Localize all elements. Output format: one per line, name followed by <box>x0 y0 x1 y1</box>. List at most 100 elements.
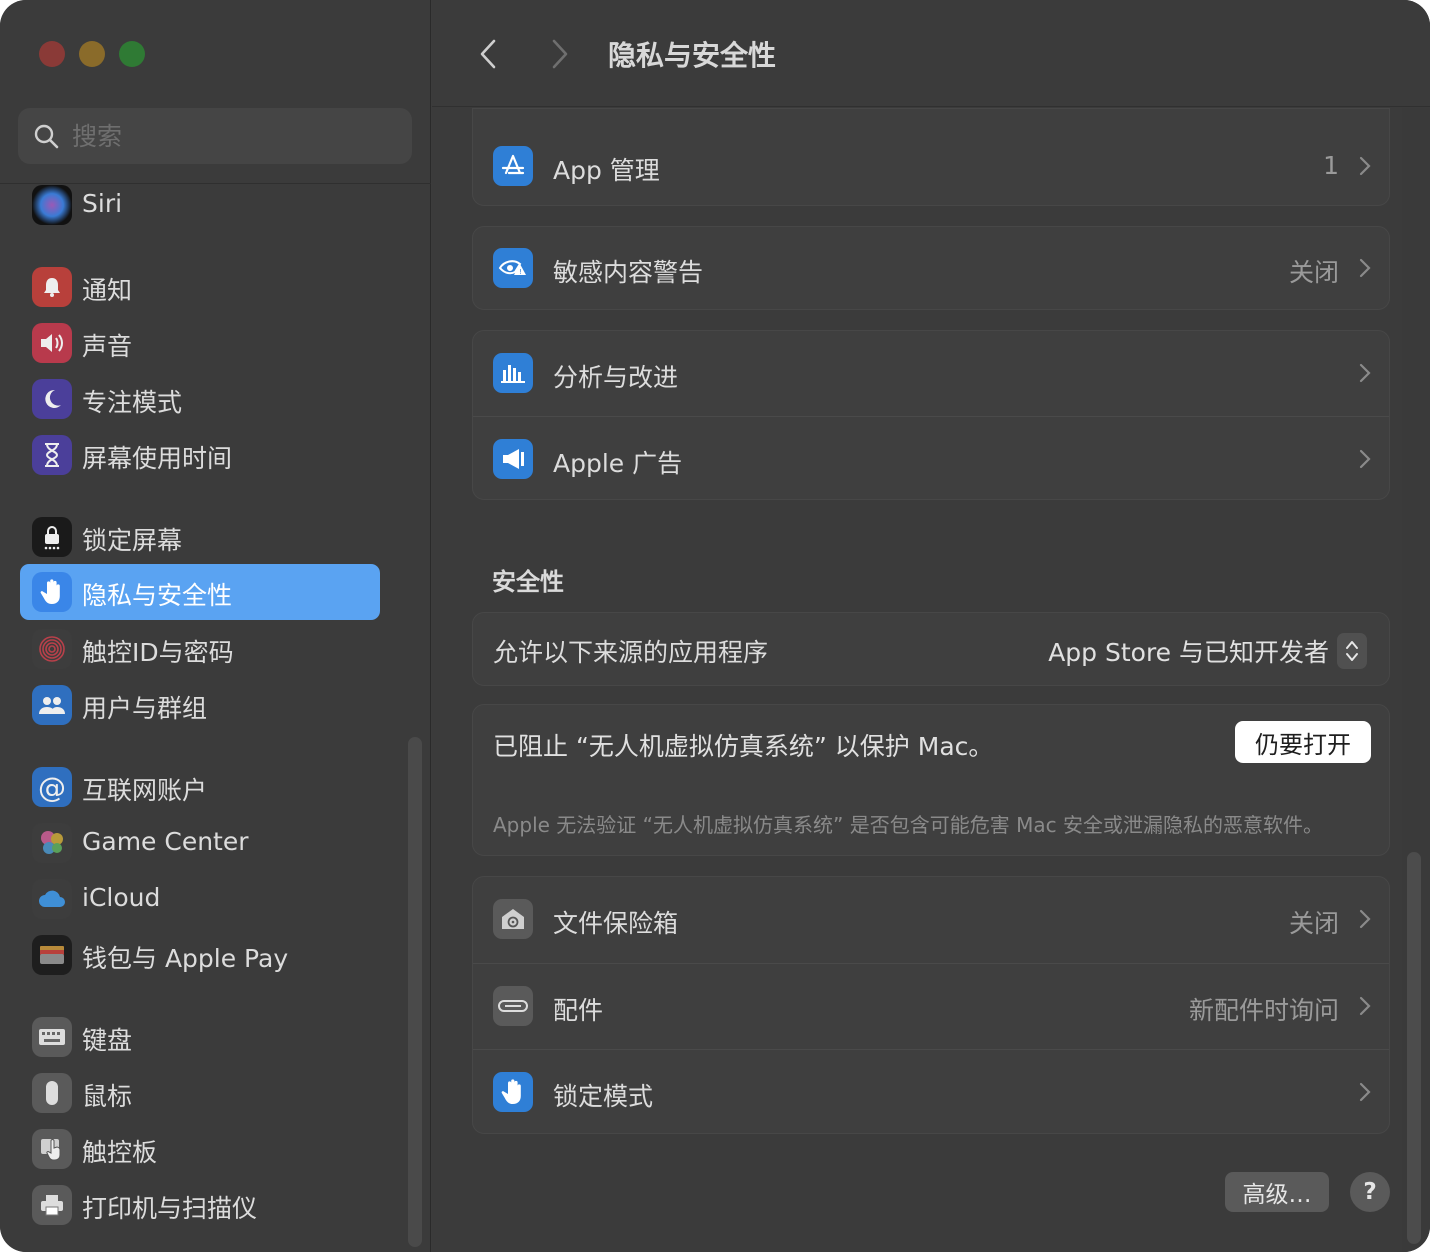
sidebar-item-keyboard[interactable]: 键盘 <box>20 1009 380 1065</box>
allow-apps-card: 允许以下来源的应用程序 App Store 与已知开发者 <box>472 612 1390 686</box>
svg-text:!: ! <box>519 268 522 276</box>
row-lockdown-mode[interactable]: 锁定模式 <box>473 1049 1389 1133</box>
blocked-app-description: Apple 无法验证 “无人机虚拟仿真系统” 是否包含可能危害 Mac 安全或泄… <box>493 813 1323 837</box>
sidebar-item-label: 屏幕使用时间 <box>82 444 233 473</box>
row-analytics[interactable]: 分析与改进 <box>473 331 1389 417</box>
sidebar-item-sound[interactable]: 声音 <box>20 315 380 371</box>
row-value: 新配件时询问 <box>1188 996 1339 1025</box>
row-accessories[interactable]: 配件 新配件时询问 <box>473 963 1389 1049</box>
sidebar-item-privacy-security[interactable]: 隐私与安全性 <box>20 564 380 620</box>
minimize-window-button[interactable] <box>79 41 105 67</box>
fingerprint-icon <box>32 629 72 669</box>
sidebar-item-label: Game Center <box>82 827 249 856</box>
sidebar-item-label: Siri <box>82 189 123 218</box>
advanced-button[interactable]: 高级… <box>1225 1172 1329 1212</box>
close-window-button[interactable] <box>39 41 65 67</box>
sidebar-item-wallet[interactable]: 钱包与 Apple Pay <box>20 927 380 983</box>
back-button[interactable] <box>470 34 506 74</box>
sidebar-item-screen-time[interactable]: 屏幕使用时间 <box>20 427 380 483</box>
sidebar-item-label: 钱包与 Apple Pay <box>82 944 289 973</box>
row-value: 关闭 <box>1288 258 1339 287</box>
vault-icon <box>493 899 533 939</box>
sidebar-item-touch-id[interactable]: 触控ID与密码 <box>20 621 380 677</box>
sidebar-item-label: 隐私与安全性 <box>82 581 233 610</box>
wallet-icon <box>32 935 72 975</box>
chevron-updown-icon <box>1337 633 1367 669</box>
sidebar-item-notifications[interactable]: 通知 <box>20 259 380 315</box>
allow-apps-popup[interactable]: App Store 与已知开发者 <box>1048 631 1367 671</box>
app-management-card: App 管理 1 <box>472 108 1390 206</box>
chevron-right-icon <box>552 39 568 69</box>
search-icon <box>34 124 59 149</box>
sidebar-item-label: 声音 <box>82 332 133 361</box>
analytics-ads-card: 分析与改进 Apple 广告 <box>472 330 1390 500</box>
sidebar-item-focus[interactable]: 专注模式 <box>20 371 380 427</box>
eye-warning-icon: ! <box>493 248 533 288</box>
row-sensitive-content[interactable]: ! 敏感内容警告 关闭 <box>473 227 1389 309</box>
printer-icon <box>32 1185 72 1225</box>
sidebar-item-label: 通知 <box>82 276 133 305</box>
main-pane: 隐私与安全性 App 管理 1 ! 敏感内容警告 关闭 分析与改进 Apple … <box>432 0 1430 1252</box>
sidebar-item-game-center[interactable]: Game Center <box>20 815 380 871</box>
open-anyway-button[interactable]: 仍要打开 <box>1235 721 1371 763</box>
row-apple-ads[interactable]: Apple 广告 <box>473 416 1389 499</box>
sidebar-item-icloud[interactable]: iCloud <box>20 871 380 927</box>
sidebar-item-label: 锁定屏幕 <box>82 526 183 555</box>
row-label: 分析与改进 <box>553 363 679 392</box>
at-icon: @ <box>32 767 72 807</box>
search-input[interactable] <box>72 116 392 156</box>
forward-button[interactable] <box>542 34 578 74</box>
keyboard-icon <box>32 1017 72 1057</box>
chevron-right-icon <box>1359 156 1371 176</box>
sidebar-item-label: 键盘 <box>82 1026 133 1055</box>
sidebar-item-label: 触控ID与密码 <box>82 638 234 667</box>
chevron-right-icon <box>1359 996 1371 1016</box>
trackpad-icon <box>32 1129 72 1169</box>
sidebar-scrollbar[interactable] <box>408 737 422 1247</box>
row-label: 敏感内容警告 <box>553 258 704 287</box>
blocked-app-message: 已阻止 “无人机虚拟仿真系统” 以保护 Mac。 <box>493 732 994 761</box>
app-store-icon <box>493 146 533 186</box>
security-options-card: 文件保险箱 关闭 配件 新配件时询问 锁定模式 <box>472 876 1390 1134</box>
cloud-icon <box>32 879 72 919</box>
megaphone-icon <box>493 439 533 479</box>
lock-icon <box>32 517 72 557</box>
allow-apps-label: 允许以下来源的应用程序 <box>493 638 769 667</box>
sidebar-item-mouse[interactable]: 鼠标 <box>20 1065 380 1121</box>
row-label: 配件 <box>553 996 604 1025</box>
row-app-management[interactable]: App 管理 1 <box>473 123 1389 205</box>
sidebar-item-trackpad[interactable]: 触控板 <box>20 1121 380 1177</box>
sidebar-item-label: 打印机与扫描仪 <box>82 1194 258 1223</box>
hand-icon <box>493 1072 533 1112</box>
hourglass-icon <box>32 435 72 475</box>
row-value: 1 <box>1323 151 1339 180</box>
main-scrollbar[interactable] <box>1407 852 1421 1244</box>
users-icon <box>32 685 72 725</box>
sidebar-item-label: iCloud <box>82 883 161 912</box>
row-label: 文件保险箱 <box>553 909 679 938</box>
row-label: Apple 广告 <box>553 449 683 478</box>
chevron-right-icon <box>1359 449 1371 469</box>
sidebar-item-lock-screen[interactable]: 锁定屏幕 <box>20 509 380 565</box>
row-filevault[interactable]: 文件保险箱 关闭 <box>473 877 1389 963</box>
sidebar-item-internet-accounts[interactable]: @ 互联网账户 <box>20 759 380 815</box>
search-field[interactable] <box>18 108 412 164</box>
sidebar: Siri 通知 声音 专注模式 屏幕使用 <box>0 0 431 1252</box>
row-label: 锁定模式 <box>553 1082 654 1111</box>
row-label: App 管理 <box>553 156 660 185</box>
sidebar-item-label: 用户与群组 <box>82 694 208 723</box>
help-button[interactable]: ? <box>1350 1172 1390 1212</box>
hand-icon <box>32 572 72 612</box>
sidebar-item-label: 触控板 <box>82 1138 158 1167</box>
mouse-icon <box>32 1073 72 1113</box>
sidebar-item-label: 专注模式 <box>82 388 183 417</box>
page-title: 隐私与安全性 <box>608 39 777 72</box>
chevron-right-icon <box>1359 258 1371 278</box>
zoom-window-button[interactable] <box>119 41 145 67</box>
sidebar-item-users-groups[interactable]: 用户与群组 <box>20 677 380 733</box>
sidebar-item-printers[interactable]: 打印机与扫描仪 <box>20 1177 380 1233</box>
chevron-right-icon <box>1359 909 1371 929</box>
allow-apps-value: App Store 与已知开发者 <box>1048 638 1329 667</box>
sidebar-item-siri[interactable]: Siri <box>20 177 380 233</box>
game-center-icon <box>32 823 72 863</box>
